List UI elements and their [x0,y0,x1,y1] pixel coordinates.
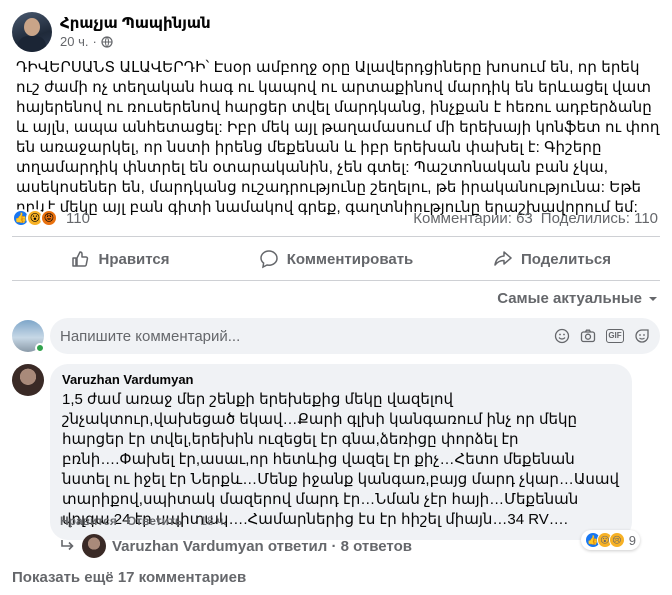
camera-icon[interactable] [580,328,596,344]
current-user-avatar[interactable] [12,320,45,353]
post-meta: Հրաչյա Պապինյան 20 ч. · [60,12,211,50]
post-time-text[interactable]: 20 ч. [60,34,88,50]
comment-reactions[interactable]: 👍 😮 😢 9 [580,530,640,550]
comment-input[interactable] [60,327,554,345]
comment-sort-dropdown[interactable]: Самые актуальные [497,290,658,307]
gif-icon[interactable]: GIF [606,329,624,343]
comment-like-button[interactable]: Нравится [60,514,117,528]
share-arrow-icon [494,251,512,266]
post-timestamp[interactable]: 20 ч. · [60,34,211,50]
comment-button-label: Комментировать [286,250,414,268]
comment-reaction-count: 9 [628,532,636,548]
comment-actions: Нравится Ответить 18 ч. [60,514,227,528]
sad-reaction-icon: 😢 [608,532,625,548]
thumbs-up-icon [72,251,89,267]
author-name[interactable]: Հրաչյա Պապինյան [60,14,211,34]
chevron-down-icon [649,296,657,301]
share-button-label: Поделиться [520,250,612,268]
sticker-icon[interactable] [634,328,650,344]
reaction-icons[interactable]: 👍 😮 😡 [12,209,58,227]
dot-separator: · [92,34,97,49]
share-button[interactable]: Поделиться [444,242,660,276]
online-status-dot [35,343,45,353]
author-avatar[interactable] [12,12,52,52]
comments-count[interactable]: Комментарии: 63 [413,210,533,227]
post-body-text: ԴԻՎԵՐՍԱՆՏ ԱԼԱՎԵՐԴԻ՝ Էսօր ամբողջ օրը Ալավ… [16,59,660,216]
comment-input-box[interactable]: GIF [50,318,660,354]
comment-time[interactable]: 18 ч. [200,514,226,528]
commenter-avatar[interactable] [12,364,44,396]
angry-reaction-icon: 😡 [40,209,58,227]
sort-label: Самые актуальные [497,290,642,307]
comment-reply-button[interactable]: Ответить [127,514,182,528]
post-header: Հրաչյա Պապինյան 20 ч. · [12,12,211,52]
composer-tools: GIF [554,328,650,344]
replier-avatar [82,534,106,558]
like-button-label: Нравится [98,250,170,268]
emoji-icon[interactable] [554,328,570,344]
reaction-count[interactable]: 110 [66,210,90,227]
comment-text: 1,5 ժամ առաջ մեր շենքի երեխեքից մեկը վազ… [62,391,620,528]
comment-button[interactable]: Комментировать [228,242,444,276]
comment-bubble-icon [259,250,278,269]
show-more-comments[interactable]: Показать ещё 17 комментариев [12,569,246,586]
commenter-name[interactable]: Varuzhan Vardumyan [62,372,620,388]
view-replies[interactable]: Varuzhan Vardumyan ответил · 8 ответов [60,534,412,558]
post-actions: Нравится Комментировать Поделиться [12,242,660,276]
replies-text: Varuzhan Vardumyan ответил · 8 ответов [112,537,412,555]
shares-count[interactable]: Поделились: 110 [541,210,658,227]
post-stats: Комментарии: 63 Поделились: 110 [413,210,658,227]
globe-icon [101,36,113,48]
divider-top [12,236,660,237]
like-button[interactable]: Нравится [12,242,228,276]
divider-bottom [12,280,660,281]
reply-arrow-icon [61,540,74,551]
comment-composer: GIF [12,318,660,354]
reactions-summary: 👍 😮 😡 110 Комментарии: 63 Поделились: 11… [12,208,658,228]
